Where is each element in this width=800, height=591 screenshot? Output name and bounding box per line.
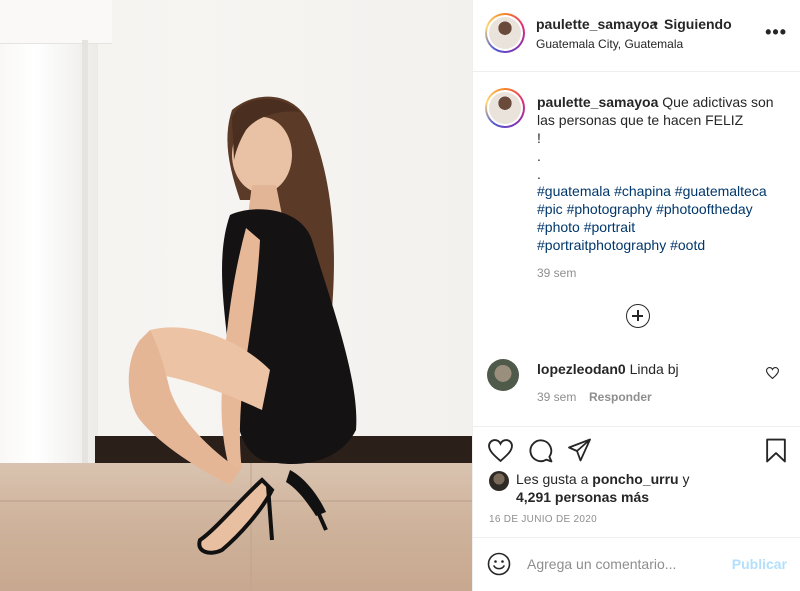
likes-prefix: Les gusta a xyxy=(516,471,589,487)
caption-username[interactable]: paulette_samayoa xyxy=(537,94,658,110)
likes-line: Les gusta a poncho_urru y xyxy=(516,471,690,487)
hashtag-link[interactable]: #guatemalteca xyxy=(675,183,767,199)
post-header: paulette_samayoa • Siguiendo Guatemala C… xyxy=(473,0,800,72)
caption-line: . xyxy=(537,148,541,164)
caption-line: . xyxy=(537,166,541,182)
hashtag-link[interactable]: #portraitphotography xyxy=(537,237,666,253)
reply-button[interactable]: Responder xyxy=(589,390,652,404)
hashtags: #guatemala #chapina #guatemalteca #pic #… xyxy=(537,182,791,254)
woman-figure-illustration xyxy=(128,96,357,555)
likes-conjunction: y xyxy=(682,471,690,487)
bookmark-icon[interactable] xyxy=(765,438,787,463)
post-date[interactable]: 16 DE JUNIO DE 2020 xyxy=(489,514,597,525)
caption-timestamp: 39 sem xyxy=(537,266,577,280)
following-button[interactable]: Siguiendo xyxy=(664,16,732,32)
hashtag-link[interactable]: #photooftheday xyxy=(656,201,753,217)
heart-icon[interactable] xyxy=(488,439,513,462)
more-options-icon[interactable]: ••• xyxy=(765,22,787,43)
plus-circle-icon[interactable] xyxy=(626,304,650,328)
comment-text: lopezleodan0 Linda bj xyxy=(537,361,679,377)
liker-avatar[interactable] xyxy=(489,471,509,491)
add-comment-bar: Publicar xyxy=(473,537,800,591)
liker-username[interactable]: poncho_urru xyxy=(592,471,678,487)
hashtag-link[interactable]: #photography xyxy=(567,201,653,217)
publish-button[interactable]: Publicar xyxy=(732,556,787,572)
caption-line: ! xyxy=(537,130,541,146)
likes-count[interactable]: 4,291 personas más xyxy=(516,489,649,505)
caption-avatar[interactable] xyxy=(485,88,525,128)
comment-item: lopezleodan0 Linda bj 39 sem Responder xyxy=(485,357,795,413)
caption-text: paulette_samayoa Que adictivas son las p… xyxy=(537,93,791,183)
separator-dot: • xyxy=(653,15,658,31)
hashtag-link[interactable]: #pic xyxy=(537,201,563,217)
post-photo[interactable] xyxy=(0,0,472,591)
post-details-panel: paulette_samayoa • Siguiendo Guatemala C… xyxy=(472,0,800,591)
commenter-username[interactable]: lopezleodan0 xyxy=(537,361,626,377)
hashtag-link[interactable]: #ootd xyxy=(670,237,705,253)
hashtag-link[interactable]: #chapina xyxy=(614,183,671,199)
location-link[interactable]: Guatemala City, Guatemala xyxy=(536,37,683,51)
hashtag-link[interactable]: #guatemala xyxy=(537,183,610,199)
hashtag-link[interactable]: #portrait xyxy=(584,219,635,235)
comment-input[interactable] xyxy=(527,552,727,576)
emoji-icon[interactable] xyxy=(487,552,511,576)
comment-body: Linda bj xyxy=(629,361,679,377)
comment-heart-icon[interactable] xyxy=(766,367,779,379)
author-avatar[interactable] xyxy=(485,13,525,53)
comment-icon[interactable] xyxy=(528,438,553,463)
instagram-post: paulette_samayoa • Siguiendo Guatemala C… xyxy=(0,0,800,591)
commenter-avatar[interactable] xyxy=(487,359,519,391)
share-icon[interactable] xyxy=(567,438,592,462)
author-username[interactable]: paulette_samayoa xyxy=(536,16,657,32)
hashtag-link[interactable]: #photo xyxy=(537,219,580,235)
comment-timestamp: 39 sem xyxy=(537,390,577,404)
